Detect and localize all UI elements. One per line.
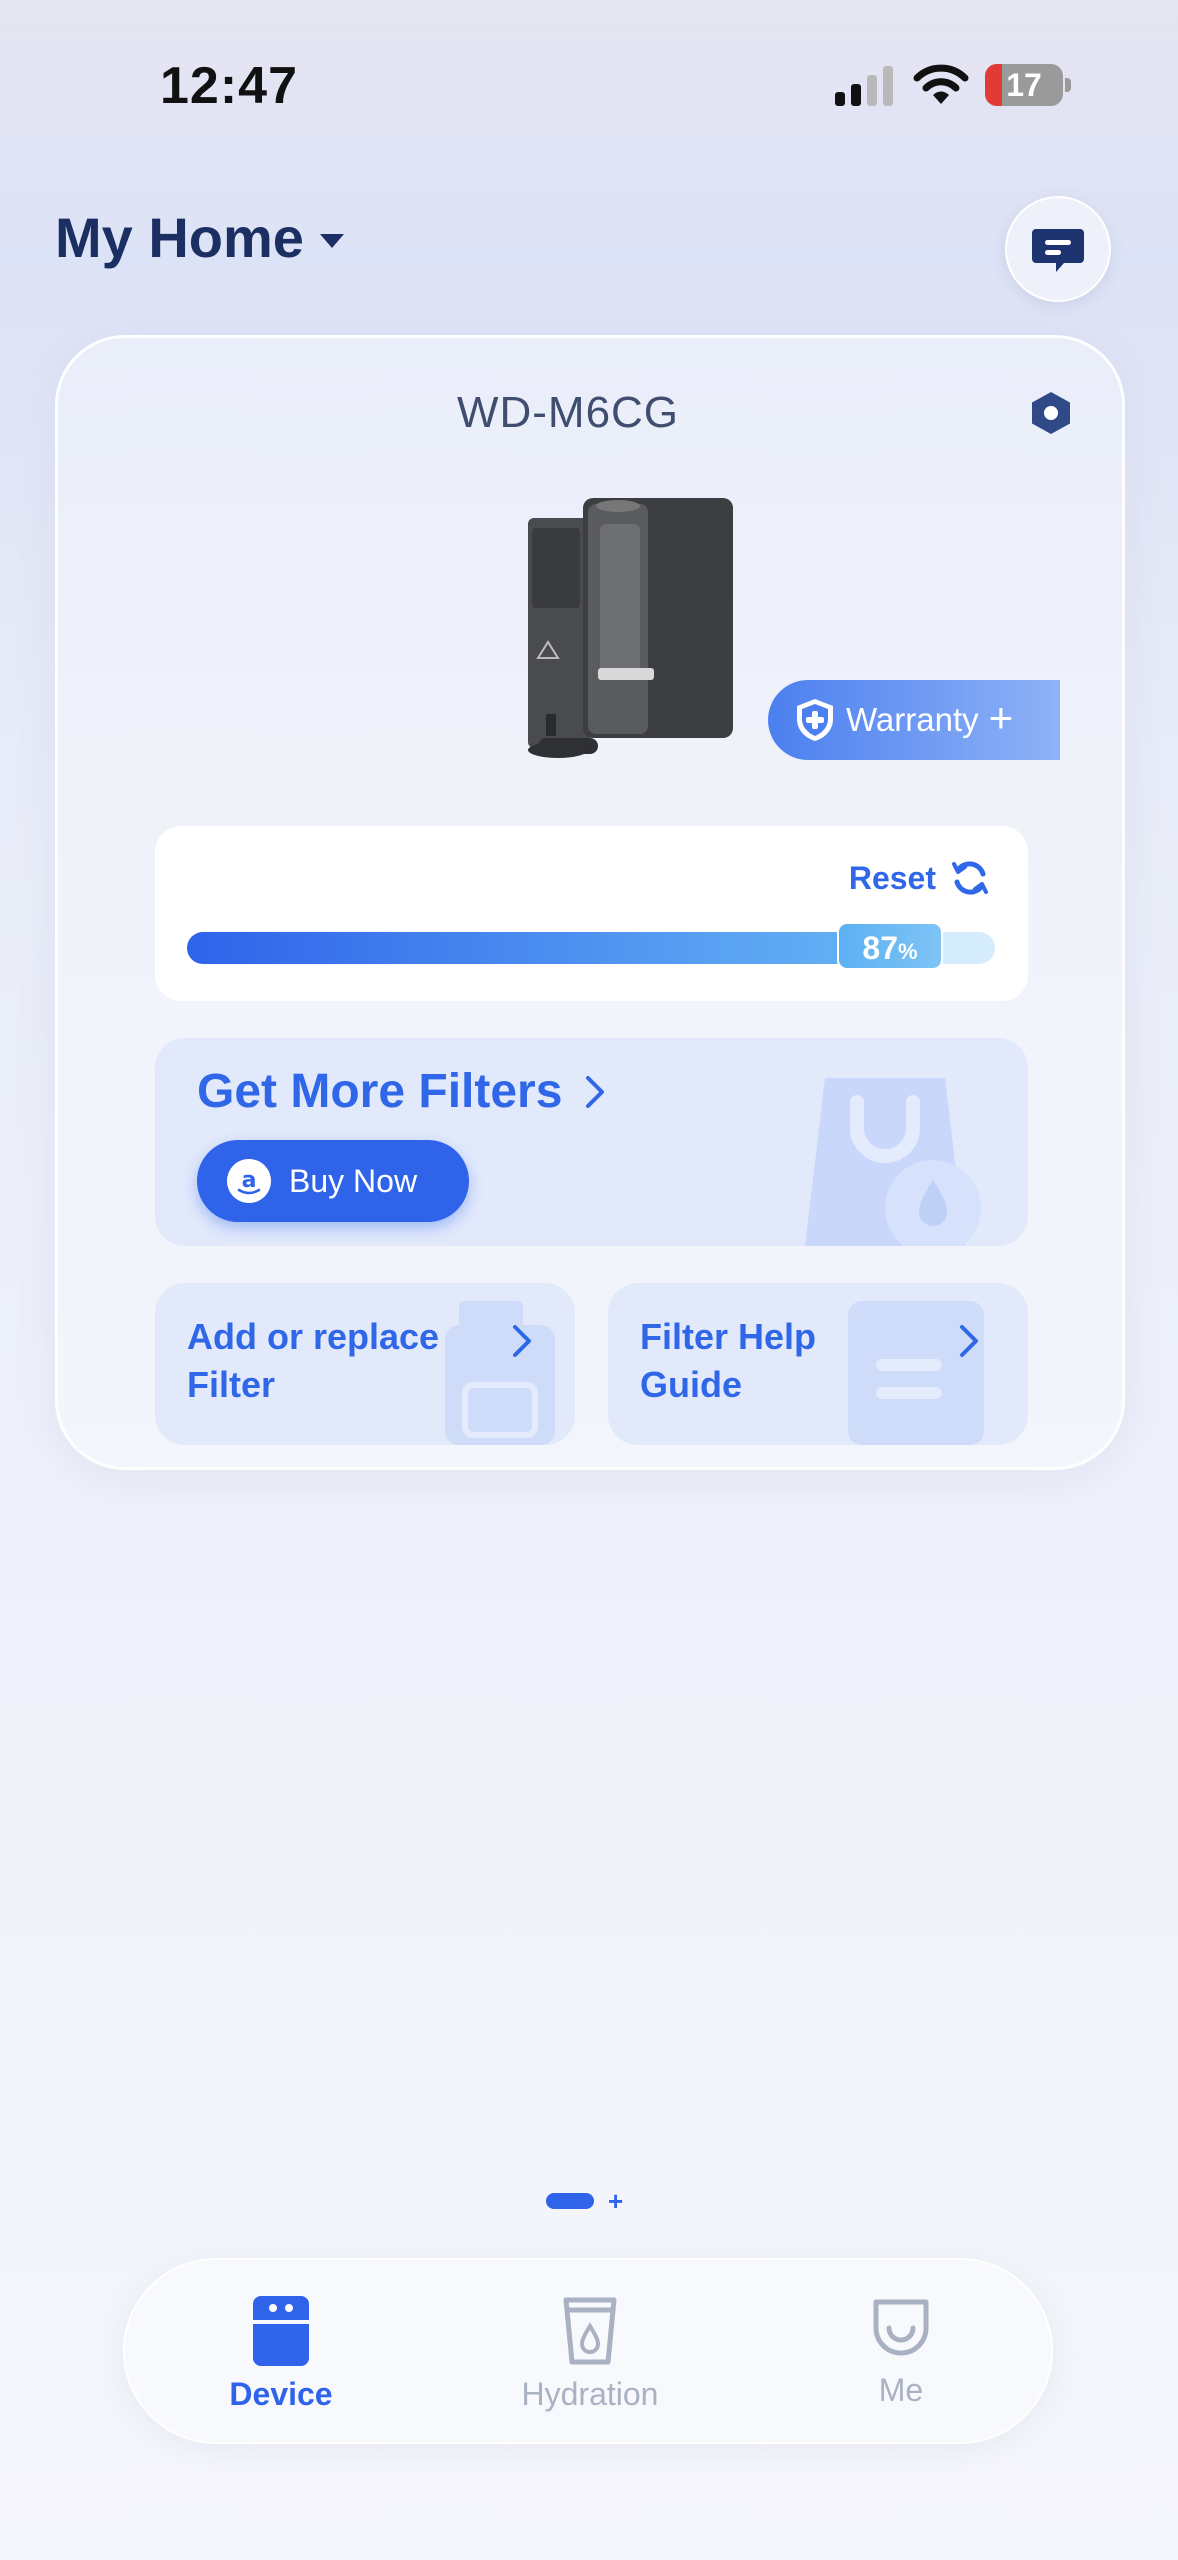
- tab-me[interactable]: Me: [801, 2296, 1001, 2409]
- status-time: 12:47: [160, 57, 298, 115]
- cellular-signal-icon: [835, 66, 893, 106]
- reset-button[interactable]: Reset: [849, 858, 990, 898]
- wifi-icon: [913, 64, 969, 104]
- refresh-icon: [952, 861, 988, 895]
- add-replace-line1: Add or replace: [187, 1316, 440, 1357]
- filter-help-guide-label: Filter Help Guide: [640, 1313, 816, 1409]
- device-icon: [253, 2296, 309, 2366]
- battery-indicator: 17: [985, 64, 1071, 106]
- help-line2: Guide: [640, 1364, 743, 1405]
- get-more-filters-title: Get More Filters: [197, 1065, 563, 1118]
- shopping-bag-icon: [805, 1078, 981, 1246]
- chevron-right-icon: [586, 1075, 605, 1108]
- add-page-icon[interactable]: +: [608, 2188, 623, 2214]
- chevron-right-icon: [513, 1325, 531, 1357]
- tab-hydration-label: Hydration: [521, 2376, 659, 2412]
- warranty-label: Warranty: [846, 701, 979, 738]
- home-selector[interactable]: My Home: [55, 205, 344, 270]
- buy-now-label: Buy Now: [289, 1162, 418, 1199]
- tab-device[interactable]: Device: [181, 2296, 381, 2413]
- battery-tip: [1065, 78, 1071, 92]
- get-more-filters-link[interactable]: Get More Filters: [197, 1064, 606, 1119]
- settings-icon[interactable]: [1028, 390, 1074, 436]
- percent-symbol: %: [898, 939, 918, 964]
- add-replace-filter-label: Add or replace Filter: [187, 1313, 439, 1409]
- filter-life-bar-fill: [187, 932, 890, 964]
- svg-text:a: a: [242, 1168, 257, 1193]
- battery-level: 17: [1006, 67, 1042, 103]
- buy-now-button[interactable]: a Buy Now: [197, 1140, 469, 1222]
- chevron-right-icon: [960, 1325, 978, 1357]
- home-title: My Home: [55, 206, 304, 269]
- message-icon: [1032, 229, 1084, 272]
- tab-hydration[interactable]: Hydration: [490, 2296, 690, 2413]
- filter-life-percent: 87: [862, 930, 899, 966]
- warranty-button[interactable]: Warranty +: [768, 680, 1060, 760]
- reset-label: Reset: [848, 859, 936, 896]
- shield-icon: [797, 699, 833, 741]
- messages-button[interactable]: [1005, 196, 1111, 302]
- hydration-icon: [563, 2297, 617, 2365]
- add-replace-line2: Filter: [187, 1364, 276, 1405]
- bottom-tab-bar: Device Hydration Me: [123, 2258, 1053, 2444]
- page-indicator: +: [546, 2188, 623, 2214]
- filter-life-panel: Reset 87%: [155, 826, 1028, 1001]
- water-dispenser-image: [528, 498, 733, 758]
- filter-help-guide-tile[interactable]: Filter Help Guide: [608, 1283, 1028, 1445]
- filter-cartridge-icon: [445, 1301, 555, 1445]
- plus-icon: +: [988, 694, 1014, 741]
- tab-device-label: Device: [229, 2376, 333, 2412]
- page-dot-active: [546, 2193, 594, 2209]
- get-more-filters-card[interactable]: Get More Filters a Buy Now: [155, 1038, 1028, 1246]
- device-card[interactable]: WD-M6CG Warranty + Reset 87% Get More Fi…: [55, 335, 1125, 1470]
- tab-me-label: Me: [878, 2372, 924, 2408]
- device-name: WD-M6CG: [456, 388, 680, 437]
- add-replace-filter-tile[interactable]: Add or replace Filter: [155, 1283, 575, 1445]
- caret-down-icon: [319, 233, 344, 248]
- filter-life-percent-badge: 87%: [837, 922, 943, 970]
- status-bar: 12:47 17: [0, 0, 1178, 170]
- me-icon: [873, 2299, 929, 2356]
- battery-icon: 17: [985, 64, 1063, 106]
- help-line1: Filter Help: [640, 1316, 817, 1357]
- amazon-icon: a: [227, 1159, 271, 1203]
